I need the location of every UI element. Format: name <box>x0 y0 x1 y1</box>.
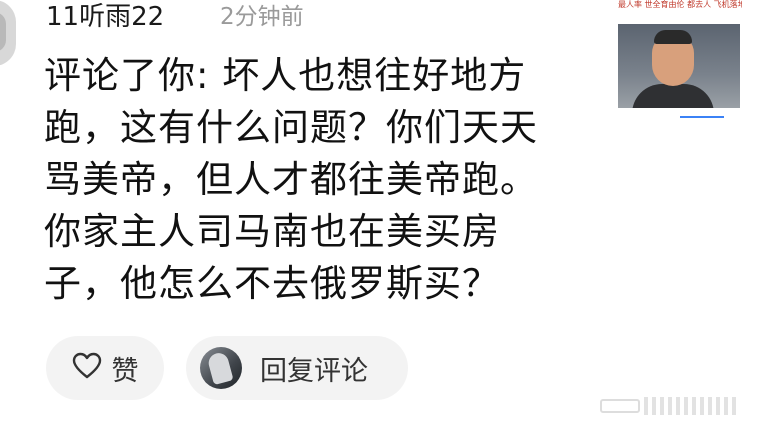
watermark-bar <box>668 397 672 415</box>
thumbnail-person-body <box>632 84 714 108</box>
comment-line: 跑，这有什么问题？你们天天 <box>44 106 538 149</box>
watermark-bar <box>716 397 720 415</box>
comment-timestamp: 2分钟前 <box>220 4 304 30</box>
watermark-bar <box>700 397 704 415</box>
watermark-box <box>600 399 640 413</box>
reply-comment-button[interactable]: 回复评论 <box>186 336 408 400</box>
watermark-bar <box>676 397 680 415</box>
comment-line: 骂美帝，但人才都往美帝跑。 <box>44 158 538 201</box>
watermark-bar <box>684 397 688 415</box>
watermark-bar <box>708 397 712 415</box>
comment-line: 评论了你: 坏人也想往好地方 <box>44 54 527 97</box>
watermark-bar <box>660 397 664 415</box>
commenter-username[interactable]: 11听雨22 <box>46 0 164 34</box>
heart-outline-icon <box>72 352 102 384</box>
commenter-avatar[interactable] <box>0 0 16 66</box>
watermark-bar <box>724 397 728 415</box>
comment-body: 评论了你: 坏人也想往好地方 跑，这有什么问题？你们天天 骂美帝，但人才都往美帝… <box>44 50 604 310</box>
thumbnail-image <box>618 24 740 108</box>
watermark <box>600 395 760 417</box>
thumbnail-caption: 最人率 世全育由伦 都去人 飞机落地 已延大到门方向 <box>618 0 742 9</box>
watermark-bar <box>692 397 696 415</box>
comment-line: 你家主人司马南也在美买房 <box>44 210 500 253</box>
watermark-bar <box>652 397 656 415</box>
comment-line: 子，他怎么不去俄罗斯买？ <box>44 262 500 305</box>
like-button[interactable]: 赞 <box>46 336 164 400</box>
watermark-bar <box>644 397 648 415</box>
reply-label: 回复评论 <box>260 355 368 387</box>
thumbnail-link-underline <box>680 116 724 118</box>
like-label: 赞 <box>111 355 139 387</box>
user-avatar <box>200 347 242 389</box>
thumbnail-person-hair <box>654 30 692 44</box>
watermark-bar <box>732 397 736 415</box>
post-thumbnail[interactable]: 最人率 世全育由伦 都去人 飞机落地 已延大到门方向 <box>614 0 742 120</box>
